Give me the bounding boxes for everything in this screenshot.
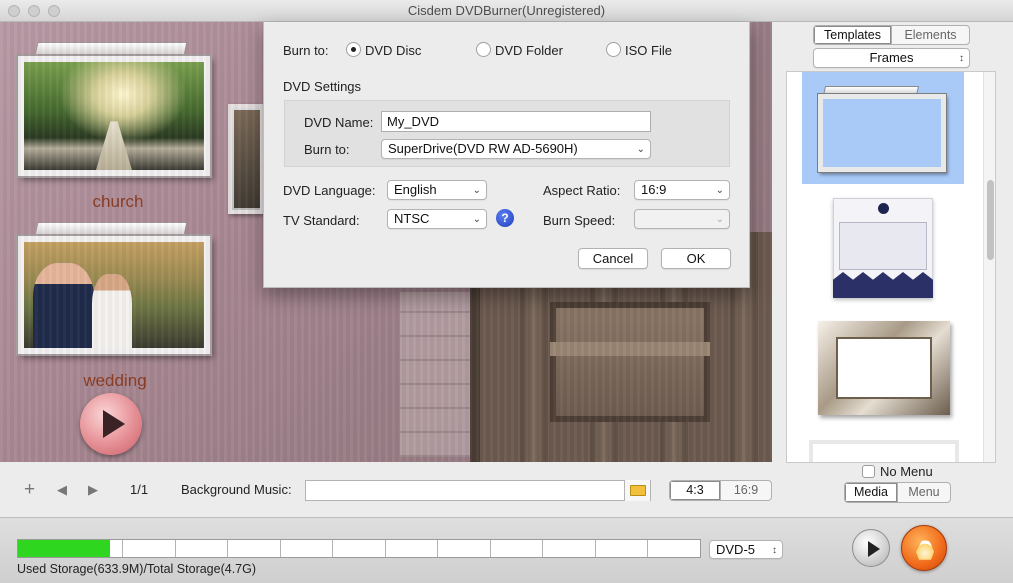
dvd-settings-heading: DVD Settings: [283, 79, 362, 94]
wedding-photo: [24, 242, 204, 348]
storage-text: Used Storage(633.9M)/Total Storage(4.7G): [17, 562, 257, 576]
template-list: [786, 71, 996, 463]
flame-icon: [916, 535, 934, 560]
template-item-partial[interactable]: [809, 440, 959, 462]
thumbnail-label-wedding[interactable]: wedding: [45, 371, 185, 391]
thumbnail-wedding[interactable]: [18, 236, 210, 354]
background-bricks: [400, 292, 480, 457]
aspect-ratio-label: Aspect Ratio:: [543, 183, 621, 198]
radio-label-iso-file[interactable]: ISO File: [625, 43, 672, 58]
burn-to-label: Burn to:: [283, 43, 329, 58]
frame-top-decoration: [34, 222, 188, 236]
template-category-select[interactable]: Frames ↕: [813, 48, 970, 68]
burn-button[interactable]: [901, 525, 947, 571]
next-page-icon[interactable]: ▶: [88, 482, 98, 498]
tv-standard-select[interactable]: NTSC ⌄: [387, 209, 487, 229]
radio-label-dvd-disc[interactable]: DVD Disc: [365, 43, 421, 58]
background-music-label: Background Music:: [181, 482, 292, 497]
no-menu-checkbox[interactable]: [862, 465, 875, 478]
folder-icon: [630, 485, 646, 496]
frame-top-decoration: [34, 42, 188, 56]
window-title: Cisdem DVDBurner(Unregistered): [407, 3, 606, 18]
preview-play-button[interactable]: [852, 529, 890, 567]
dvd-name-label: DVD Name:: [304, 115, 374, 130]
disc-type-value: DVD-5: [716, 542, 756, 557]
radio-dvd-disc[interactable]: [346, 42, 361, 57]
menu-play-icon[interactable]: [80, 393, 142, 455]
play-icon: [868, 541, 880, 557]
add-page-icon[interactable]: +: [24, 479, 35, 501]
burn-device-label: Burn to:: [304, 142, 350, 157]
chevron-down-icon: ⌄: [636, 144, 645, 155]
radio-label-dvd-folder[interactable]: DVD Folder: [495, 43, 563, 58]
zoom-window-button[interactable]: [48, 5, 60, 17]
burn-speed-label: Burn Speed:: [543, 213, 616, 228]
burn-device-select[interactable]: SuperDrive(DVD RW AD-5690H) ⌄: [381, 139, 651, 159]
template-item-gold-frame[interactable]: [818, 321, 950, 415]
aspect-ratio-select[interactable]: 16:9 ⌄: [634, 180, 730, 200]
chevron-down-icon: ⌄: [715, 214, 724, 225]
chevron-down-icon: ⌄: [472, 185, 481, 196]
title-bar: Cisdem DVDBurner(Unregistered): [0, 0, 1013, 22]
dvd-language-value: English: [394, 182, 437, 197]
background-music-input[interactable]: [305, 480, 651, 501]
aspect-ratio-value: 16:9: [641, 182, 667, 197]
disc-type-select[interactable]: DVD-5 ↕: [709, 540, 783, 559]
dvd-name-input[interactable]: My_DVD: [381, 111, 651, 132]
burn-device-value: SuperDrive(DVD RW AD-5690H): [388, 141, 578, 156]
tab-elements[interactable]: Elements: [891, 26, 969, 44]
tv-standard-label: TV Standard:: [283, 213, 360, 228]
ok-button[interactable]: OK: [661, 248, 731, 269]
radio-iso-file[interactable]: [606, 42, 621, 57]
help-icon[interactable]: ?: [496, 209, 514, 227]
church-photo: [24, 62, 204, 170]
thumbnail-label-church[interactable]: church: [48, 192, 188, 212]
dvd-language-select[interactable]: English ⌄: [387, 180, 487, 200]
template-item-selected[interactable]: [802, 72, 964, 184]
chevron-down-icon: ⌄: [472, 214, 481, 225]
burn-settings-dialog: Burn to: DVD Disc DVD Folder ISO File DV…: [263, 22, 750, 288]
template-list-scrollbar[interactable]: [983, 72, 995, 462]
cancel-button[interactable]: Cancel: [578, 248, 648, 269]
thumbnail-church[interactable]: [18, 56, 210, 176]
ratio-16-9-button[interactable]: 16:9: [720, 481, 771, 500]
dvd-settings-group: DVD Name: My_DVD Burn to: SuperDrive(DVD…: [284, 100, 730, 167]
scrollbar-thumb[interactable]: [987, 180, 994, 260]
burn-speed-select[interactable]: ⌄: [634, 209, 730, 229]
ratio-4-3-button[interactable]: 4:3: [670, 481, 720, 500]
chevron-updown-icon: ↕: [959, 53, 964, 64]
chevron-down-icon: ⌄: [715, 185, 724, 196]
no-menu-label[interactable]: No Menu: [880, 464, 933, 479]
chevron-updown-icon: ↕: [772, 545, 777, 556]
previous-page-icon[interactable]: ◀: [57, 482, 67, 498]
template-category-value: Frames: [869, 50, 914, 65]
tv-standard-value: NTSC: [394, 211, 430, 226]
tab-menu[interactable]: Menu: [897, 483, 950, 502]
storage-progress-fill: [18, 540, 111, 557]
radio-dvd-folder[interactable]: [476, 42, 491, 57]
template-item-curtain[interactable]: [833, 198, 933, 298]
page-indicator: 1/1: [130, 482, 149, 497]
browse-music-button[interactable]: [624, 480, 650, 501]
dvd-language-label: DVD Language:: [283, 183, 376, 198]
minimize-window-button[interactable]: [28, 5, 40, 17]
panel-tab-group: Templates Elements: [813, 25, 970, 45]
aspect-toggle-group: 4:3 16:9: [669, 480, 772, 501]
partial-photo-frame: [228, 104, 264, 214]
tab-media[interactable]: Media: [845, 483, 897, 502]
tab-templates[interactable]: Templates: [814, 26, 891, 44]
close-window-button[interactable]: [8, 5, 20, 17]
mode-tab-group: Media Menu: [844, 482, 951, 503]
storage-progress-bar: [17, 539, 701, 558]
